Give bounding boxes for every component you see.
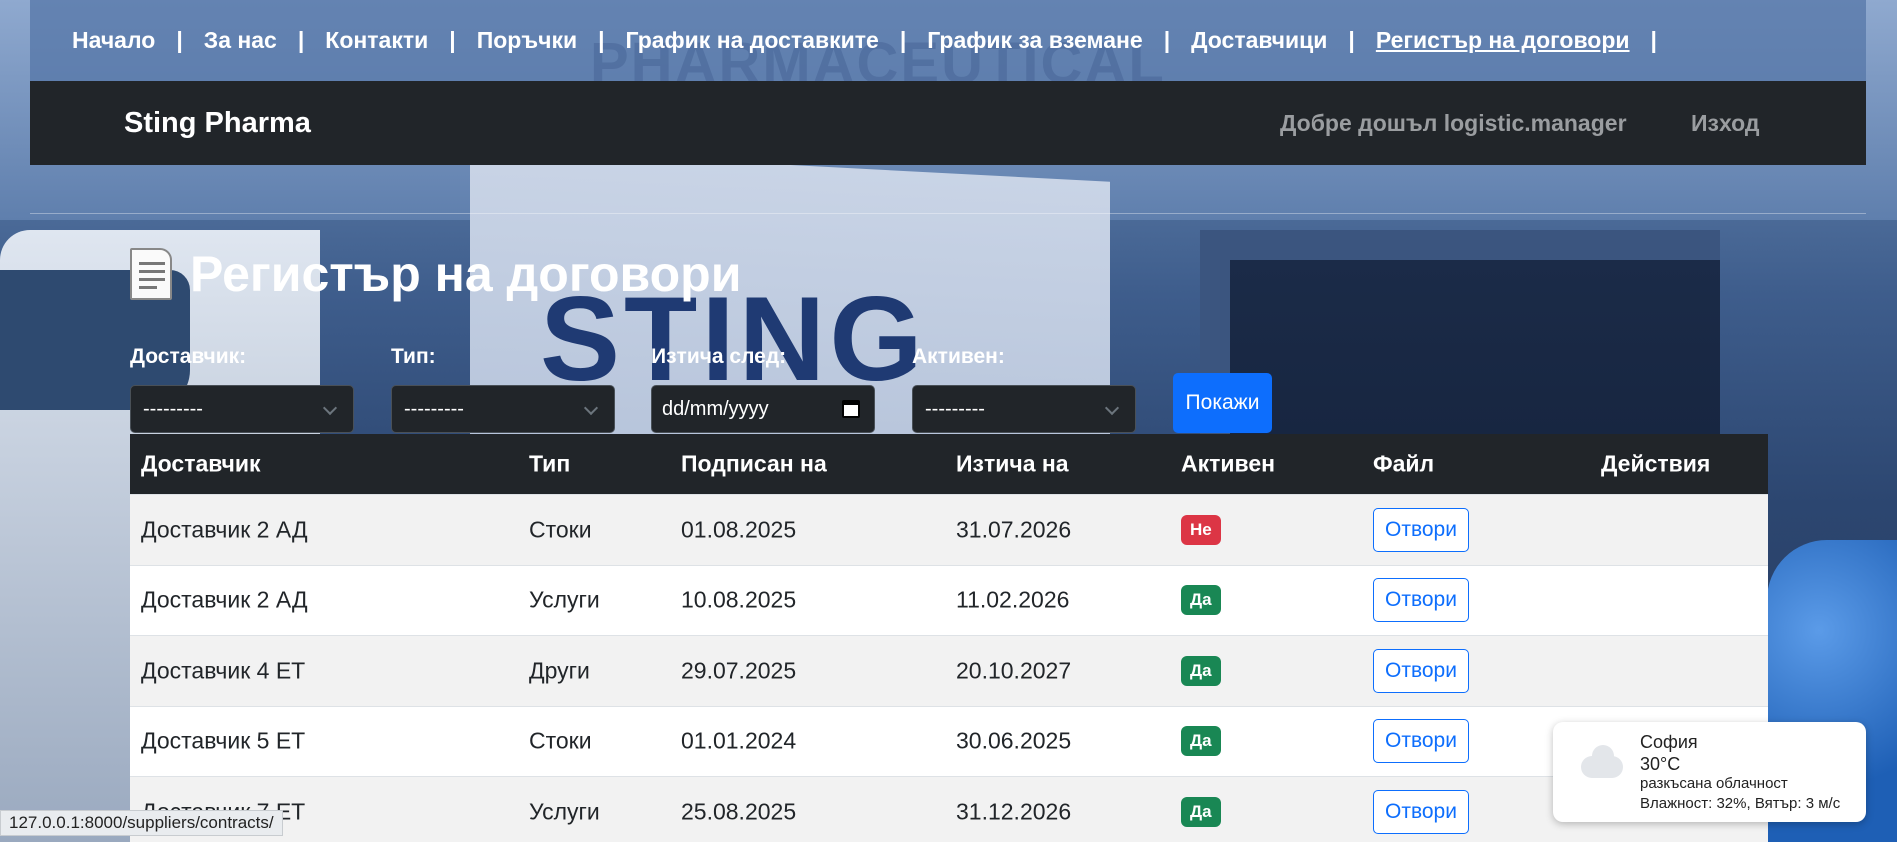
nav-link-contacts[interactable]: Контакти: [325, 27, 428, 54]
cell-signed: 01.01.2024: [681, 727, 797, 754]
cloud-icon: [1581, 745, 1623, 778]
status-bar-url: 127.0.0.1:8000/suppliers/contracts/: [0, 810, 283, 836]
column-header-actions: Действия: [1601, 450, 1711, 477]
active-filter-label: Активен:: [912, 345, 1005, 368]
nav-link-about[interactable]: За нас: [204, 27, 277, 54]
nav-link-delivery-schedule[interactable]: График на доставките: [626, 27, 879, 54]
cell-type: Стоки: [529, 727, 592, 754]
weather-widget: София 30°C разкъсана облачност Влажност:…: [1553, 722, 1866, 822]
cell-supplier: Доставчик 5 ЕТ: [141, 727, 306, 754]
brand-logo-text[interactable]: Sting Pharma: [124, 107, 311, 140]
column-header-file: Файл: [1373, 450, 1435, 477]
calendar-icon[interactable]: [842, 400, 860, 418]
main-navbar: Sting Pharma Добре дошъл logistic.manage…: [30, 81, 1866, 165]
logout-link[interactable]: Изход: [1691, 110, 1760, 137]
page-title-text: Регистър на договори: [190, 246, 742, 302]
cell-signed: 01.08.2025: [681, 516, 797, 543]
nav-link-suppliers[interactable]: Доставчици: [1191, 27, 1327, 54]
type-select-value: ---------: [404, 397, 464, 420]
supplier-filter-label: Доставчик:: [130, 345, 247, 368]
show-button[interactable]: Покажи: [1173, 373, 1272, 433]
supplier-select-value: ---------: [143, 397, 203, 420]
table-row: Доставчик 7 ЕТ Услуги 25.08.2025 31.12.2…: [130, 776, 1768, 842]
open-file-button[interactable]: Отвори: [1373, 719, 1469, 764]
nav-separator: |: [449, 27, 456, 53]
expires-date-placeholder: dd/mm/yyyy: [662, 397, 769, 420]
welcome-message: Добре дошъл logistic.manager: [1280, 110, 1627, 136]
cell-type: Други: [529, 657, 590, 684]
cell-expires: 31.12.2026: [956, 798, 1072, 825]
nav-separator: |: [598, 27, 605, 53]
nav-separator: |: [1163, 27, 1171, 53]
cell-supplier: Доставчик 4 ЕТ: [141, 657, 306, 684]
open-file-button[interactable]: Отвори: [1373, 507, 1469, 552]
chevron-down-icon: [583, 400, 599, 416]
cell-expires: 31.07.2026: [956, 516, 1072, 543]
divider: [30, 213, 1866, 214]
top-navigation: Начало | За нас | Контакти | Поръчки | Г…: [30, 0, 1866, 81]
table-row: Доставчик 2 АД Стоки 01.08.2025 31.07.20…: [130, 494, 1768, 565]
weather-details: Влажност: 32%, Вятър: 3 м/с: [1640, 795, 1841, 812]
weather-temperature: 30°C: [1640, 754, 1681, 774]
nav-link-contracts-register[interactable]: Регистър на договори: [1376, 27, 1630, 54]
nav-link-pickup-schedule[interactable]: График за вземане: [927, 27, 1142, 54]
status-badge: Да: [1181, 585, 1221, 616]
cell-expires: 20.10.2027: [956, 657, 1072, 684]
table-row: Доставчик 4 ЕТ Други 29.07.2025 20.10.20…: [130, 635, 1768, 706]
status-badge: Да: [1181, 726, 1221, 757]
cell-supplier: Доставчик 2 АД: [141, 516, 308, 543]
column-header-type: Тип: [529, 450, 571, 477]
nav-separator: |: [899, 27, 907, 53]
table-row: Доставчик 5 ЕТ Стоки 01.01.2024 30.06.20…: [130, 705, 1768, 776]
type-filter-label: Тип:: [391, 345, 436, 368]
status-badge: Да: [1181, 796, 1221, 827]
type-select[interactable]: ---------: [391, 385, 615, 433]
status-badge: Не: [1181, 514, 1221, 545]
nav-link-orders[interactable]: Поръчки: [477, 27, 577, 54]
cell-supplier: Доставчик 2 АД: [141, 586, 308, 613]
open-file-button[interactable]: Отвори: [1373, 648, 1469, 693]
cell-signed: 10.08.2025: [681, 586, 797, 613]
weather-city: София: [1640, 732, 1698, 752]
active-select-value: ---------: [925, 397, 985, 420]
nav-separator: |: [176, 27, 183, 53]
chevron-down-icon: [1104, 400, 1120, 416]
nav-separator: |: [297, 27, 305, 53]
open-file-button[interactable]: Отвори: [1373, 578, 1469, 623]
cell-signed: 29.07.2025: [681, 657, 797, 684]
cell-expires: 11.02.2026: [956, 586, 1070, 613]
expires-filter-label: Изтича след:: [651, 345, 787, 368]
cell-type: Услуги: [529, 798, 600, 825]
expires-date-input[interactable]: dd/mm/yyyy: [651, 385, 875, 433]
active-select[interactable]: ---------: [912, 385, 1136, 433]
weather-description: разкъсана облачност: [1640, 775, 1788, 792]
cell-expires: 30.06.2025: [956, 727, 1072, 754]
table-header: Доставчик Тип Подписан на Изтича на Акти…: [130, 434, 1768, 494]
open-file-button[interactable]: Отвори: [1373, 789, 1469, 834]
column-header-active: Активен: [1181, 450, 1276, 477]
cell-type: Услуги: [529, 586, 600, 613]
contracts-table: Доставчик Тип Подписан на Изтича на Акти…: [130, 434, 1768, 842]
column-header-supplier: Доставчик: [141, 450, 261, 477]
table-body: Доставчик 2 АД Стоки 01.08.2025 31.07.20…: [130, 494, 1768, 842]
column-header-expires: Изтича на: [956, 450, 1069, 477]
page-title: Регистър на договори: [130, 245, 741, 303]
column-header-signed: Подписан на: [681, 450, 827, 477]
supplier-select[interactable]: ---------: [130, 385, 354, 433]
chevron-down-icon: [322, 400, 338, 416]
document-icon: [130, 248, 172, 300]
cell-signed: 25.08.2025: [681, 798, 797, 825]
cell-type: Стоки: [529, 516, 592, 543]
nav-separator: |: [1650, 27, 1657, 53]
nav-link-home[interactable]: Начало: [72, 27, 155, 54]
status-badge: Да: [1181, 655, 1221, 686]
table-row: Доставчик 2 АД Услуги 10.08.2025 11.02.2…: [130, 564, 1768, 635]
nav-separator: |: [1348, 27, 1355, 53]
